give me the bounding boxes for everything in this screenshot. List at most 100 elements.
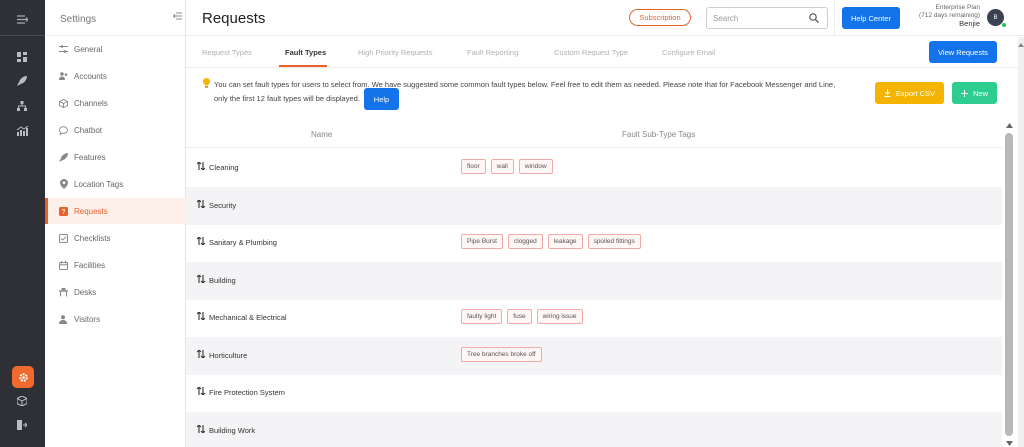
tab-configure-email[interactable]: Configure Email (662, 48, 715, 57)
page-title: Requests (202, 10, 266, 27)
org-chart-icon[interactable] (15, 99, 29, 113)
table-scrollbar[interactable] (1002, 121, 1018, 447)
chat-icon (59, 125, 68, 135)
export-csv-button[interactable]: Export CSV (875, 82, 944, 104)
sort-handle-icon[interactable] (196, 198, 206, 210)
sort-handle-icon[interactable] (196, 236, 206, 247)
logout-icon[interactable] (15, 418, 29, 432)
table-row[interactable]: Mechanical & Electrical faulty light fuse w… (186, 299, 1002, 337)
sub-type-tag[interactable]: faulty light (461, 309, 503, 324)
page-scroll-up-icon[interactable] (1018, 40, 1024, 49)
analytics-icon[interactable] (15, 124, 29, 138)
table-row[interactable]: Security (186, 186, 1002, 225)
sort-handle-icon[interactable] (196, 423, 206, 435)
tab-high-priority-requests[interactable]: High Priority Requests (358, 48, 433, 57)
sub-type-tag[interactable]: leakage (547, 234, 583, 249)
sidebar-item-general[interactable]: General (45, 36, 186, 62)
sidebar-item-label: Facilities (74, 260, 106, 270)
fault-types-table: Name Fault Sub-Type Tags Cleaning floor wa… (186, 121, 1002, 447)
sub-type-tag[interactable]: Pipe Burst (461, 234, 503, 249)
fault-type-name: Fire Protection System (209, 388, 285, 397)
sub-type-tag[interactable]: clogged (508, 234, 543, 249)
sub-type-tag[interactable]: wall (490, 159, 514, 174)
scrollbar-thumb[interactable] (1005, 133, 1013, 436)
sidebar-item-desks[interactable]: Desks (45, 279, 186, 305)
dashboard-icon[interactable] (15, 50, 29, 64)
tab-fault-types[interactable]: Fault Types (285, 48, 326, 57)
sort-handle-icon[interactable] (196, 348, 206, 360)
lightbulb-icon (203, 78, 210, 90)
table-row[interactable]: Sanitary & Plumbing Pipe Burst clogged leak… (186, 224, 1002, 262)
settings-gear-button[interactable] (12, 366, 34, 388)
svg-text:?: ? (62, 209, 66, 216)
table-row[interactable]: Cleaning floor wall window (186, 149, 1002, 187)
fault-type-name: Security (209, 200, 237, 210)
collapse-sidebar-icon[interactable] (172, 12, 182, 22)
help-button[interactable]: Help (364, 88, 399, 110)
rocket-icon (59, 152, 68, 162)
sub-type-tag[interactable]: fuse (507, 309, 532, 324)
sort-handle-icon[interactable] (196, 273, 206, 285)
tab-custom-request-type[interactable]: Custom Request Type (554, 48, 628, 57)
sub-type-tag[interactable]: wiring issue (536, 309, 583, 324)
search-input[interactable] (713, 12, 803, 25)
plus-icon (960, 89, 968, 97)
sub-type-tag[interactable]: spoiled fittings (587, 234, 641, 249)
tab-fault-reporting[interactable]: Fault Reporting (467, 48, 518, 57)
fault-type-name: Sanitary & Plumbing (209, 238, 277, 247)
rocket-nav-icon[interactable] (15, 74, 29, 88)
desk-icon (59, 287, 68, 297)
help-center-button[interactable]: Help Center (842, 7, 900, 29)
sidebar-item-features[interactable]: Features (45, 144, 186, 170)
request-icon: ? (59, 206, 68, 216)
info-line-2: only the first 12 fault types will be di… (214, 94, 360, 103)
table-row[interactable]: Building Work (186, 411, 1002, 447)
sort-handle-icon[interactable] (196, 311, 206, 322)
fault-type-name: Cleaning (209, 163, 239, 172)
sidebar-item-channels[interactable]: Channels (45, 90, 186, 116)
page-scrollbar[interactable] (1018, 37, 1024, 447)
view-requests-button[interactable]: View Requests (929, 41, 997, 63)
menu-expand-icon[interactable] (15, 12, 29, 26)
sub-type-tags: floor wall window (461, 159, 553, 174)
sidebar-item-location-tags[interactable]: Location Tags (45, 171, 186, 197)
sidebar-item-checklists[interactable]: Checklists (45, 225, 186, 251)
sub-type-tags: faulty light fuse wiring issue (461, 309, 583, 324)
scroll-down-icon[interactable] (1006, 439, 1013, 447)
search-icon[interactable] (809, 13, 819, 25)
sidebar-item-label: Requests (74, 206, 108, 216)
sidebar-item-visitors[interactable]: Visitors (45, 306, 186, 332)
sidebar-item-label: Checklists (74, 233, 111, 243)
table-row[interactable]: Fire Protection System (186, 374, 1002, 412)
tab-request-types[interactable]: Request Types (202, 48, 252, 57)
fault-type-name: Building Work (209, 425, 256, 435)
sort-handle-icon[interactable] (196, 161, 206, 172)
cube-icon (59, 98, 68, 108)
scroll-up-icon[interactable] (1006, 121, 1013, 130)
sidebar-item-chatbot[interactable]: Chatbot (45, 117, 186, 143)
visitor-icon (59, 314, 68, 324)
fault-type-name: Mechanical & Electrical (209, 313, 287, 322)
table-row[interactable]: Building (186, 261, 1002, 300)
package-icon[interactable] (15, 394, 29, 408)
sidebar-title: Settings (60, 14, 97, 25)
sidebar-header: Settings (45, 0, 186, 36)
sub-type-tags: Pipe Burst clogged leakage spoiled fittings (461, 234, 641, 249)
gear-icon (18, 372, 28, 382)
sidebar-item-facilities[interactable]: Facilities (45, 252, 186, 278)
table-row[interactable]: Horticulture Tree branches broke off (186, 336, 1002, 375)
subscription-button[interactable]: Subscription (629, 9, 691, 26)
sub-type-tag[interactable]: floor (461, 159, 486, 174)
sub-type-tag[interactable]: Tree branches broke off (461, 346, 542, 362)
users-icon (59, 72, 68, 81)
sort-handle-icon[interactable] (196, 386, 206, 397)
online-status-dot (1001, 22, 1007, 28)
sidebar-item-requests[interactable]: ? Requests (45, 198, 186, 224)
column-header-tags: Fault Sub-Type Tags (622, 130, 696, 139)
new-fault-type-button[interactable]: New (952, 82, 997, 104)
info-banner: You can set fault types for users to sel… (186, 69, 1024, 121)
sub-type-tag[interactable]: window (518, 159, 553, 174)
sidebar-item-accounts[interactable]: Accounts (45, 63, 186, 89)
export-csv-label: Export CSV (895, 88, 936, 98)
download-icon (884, 89, 891, 97)
